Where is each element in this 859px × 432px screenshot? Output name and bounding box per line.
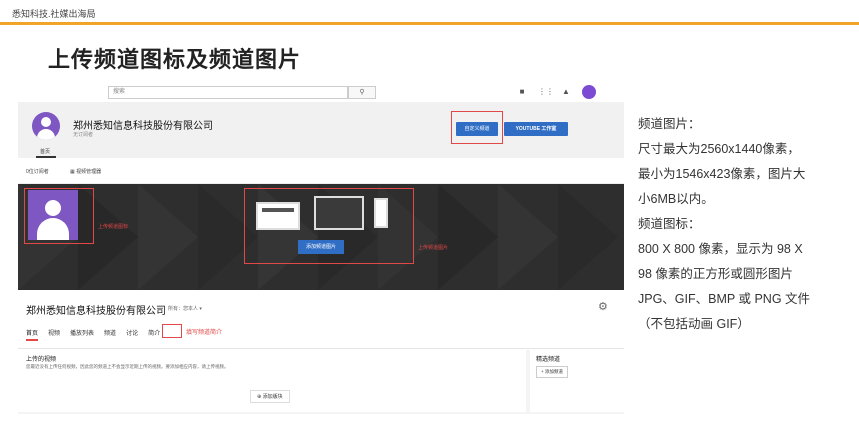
- channel-tabs: 首页 视频 播放列表 频道 讨论 简介: [26, 328, 170, 341]
- about-annotation: 填写频道简介: [186, 330, 223, 336]
- channel-name: 郑州悉知信息科技股份有限公司: [73, 121, 213, 132]
- note-line: 800 X 800 像素，显示为 98 X: [638, 242, 803, 256]
- video-manager-link[interactable]: ▦ 视频管理器: [70, 168, 101, 175]
- youtube-screenshot: 搜索 ⚲ ■ ⋮⋮ ▲ 郑州悉知信息科技股份有限公司 无订阅者 自定义频道 YO…: [18, 82, 624, 414]
- gear-icon[interactable]: ⚙: [598, 300, 608, 313]
- bell-icon[interactable]: ▲: [560, 86, 572, 98]
- note-line: 最小为1546x423像素，图片大: [638, 167, 806, 181]
- channel-toolbar: 0位订阅者 ▦ 视频管理器: [18, 158, 624, 184]
- note-line: 频道图标：: [638, 217, 701, 231]
- plus-circle-icon: ⊕: [257, 394, 262, 400]
- owner-dropdown[interactable]: 所有：您本人 ▾: [168, 305, 202, 312]
- uploads-title: 上传的视频: [26, 357, 57, 363]
- add-channel-button[interactable]: + 添加频道: [536, 366, 568, 378]
- note-line: 98 像素的正方形或圆形图片: [638, 267, 793, 281]
- featured-channels: 精选频道 + 添加频道: [530, 350, 624, 412]
- apps-grid-icon[interactable]: ⋮⋮: [538, 86, 554, 98]
- note-line: 尺寸最大为2560x1440像素，: [638, 142, 800, 156]
- tab-playlists[interactable]: 播放列表: [70, 328, 94, 341]
- notes-panel: 频道图片： 尺寸最大为2560x1440像素， 最小为1546x423像素，图片…: [638, 112, 854, 337]
- video-manager-icon: ▦: [70, 169, 75, 175]
- note-line: （不包括动画 GIF）: [638, 317, 750, 331]
- subscriber-text: 无订阅者: [73, 132, 94, 138]
- tab-about[interactable]: 简介: [148, 328, 160, 341]
- channel-banner[interactable]: 上传频道图标 添加频道图片 上传频道图片: [18, 184, 624, 290]
- brand-label: 悉知科技.社媒出海局: [12, 9, 96, 19]
- tab-discussion[interactable]: 讨论: [126, 328, 138, 341]
- top-bar: 搜索 ⚲ ■ ⋮⋮ ▲: [18, 82, 624, 102]
- tab-home[interactable]: 首页: [40, 148, 50, 155]
- subscriber-count: 0位订阅者: [26, 169, 49, 175]
- tab-channels[interactable]: 频道: [104, 328, 116, 341]
- brand-divider: [0, 22, 859, 25]
- uploads-message: 您最近没有上传任何视频，因此您的频道上不会显示近期上传的视频。要添加相应内容，请…: [26, 364, 229, 369]
- tab-videos[interactable]: 视频: [48, 328, 60, 341]
- top-icons: ■ ⋮⋮ ▲: [516, 85, 596, 99]
- highlight-banner: [244, 188, 414, 264]
- highlight-avatar: [24, 188, 94, 244]
- avatar-annotation: 上传频道图标: [98, 224, 129, 230]
- tab-divider: [18, 348, 624, 349]
- highlight-about: [162, 324, 182, 338]
- banner-annotation: 上传频道图片: [418, 245, 449, 251]
- slide-title: 上传频道图标及频道图片: [48, 47, 302, 72]
- note-line: JPG、GIF、BMP 或 PNG 文件: [638, 292, 811, 306]
- tab-home[interactable]: 首页: [26, 328, 39, 341]
- video-camera-icon[interactable]: ■: [516, 86, 528, 98]
- channel-title: 郑州悉知信息科技股份有限公司: [26, 306, 166, 317]
- channel-content: 上传的视频 您最近没有上传任何视频，因此您的频道上不会显示近期上传的视频。要添加…: [18, 350, 624, 414]
- note-line: 小6MB以内。: [638, 192, 714, 206]
- search-icon: ⚲: [359, 89, 365, 96]
- channel-avatar: [32, 112, 60, 140]
- youtube-studio-button[interactable]: YOUTUBE 工作室: [504, 122, 568, 136]
- add-section-button[interactable]: ⊕ 添加版块: [250, 390, 290, 403]
- featured-title: 精选频道: [536, 357, 561, 363]
- customize-channel-button[interactable]: 自定义频道: [456, 122, 498, 136]
- channel-info-row: 郑州悉知信息科技股份有限公司 所有：您本人 ▾ ⚙ 首页 视频 播放列表 频道 …: [18, 290, 624, 350]
- account-avatar[interactable]: [582, 85, 596, 99]
- uploads-section: 上传的视频 您最近没有上传任何视频，因此您的频道上不会显示近期上传的视频。要添加…: [18, 350, 526, 412]
- search-input[interactable]: 搜索: [108, 86, 348, 99]
- channel-header: 郑州悉知信息科技股份有限公司 无订阅者 自定义频道 YOUTUBE 工作室 首页: [18, 102, 624, 158]
- search-button[interactable]: ⚲: [348, 86, 376, 99]
- note-line: 频道图片：: [638, 117, 701, 131]
